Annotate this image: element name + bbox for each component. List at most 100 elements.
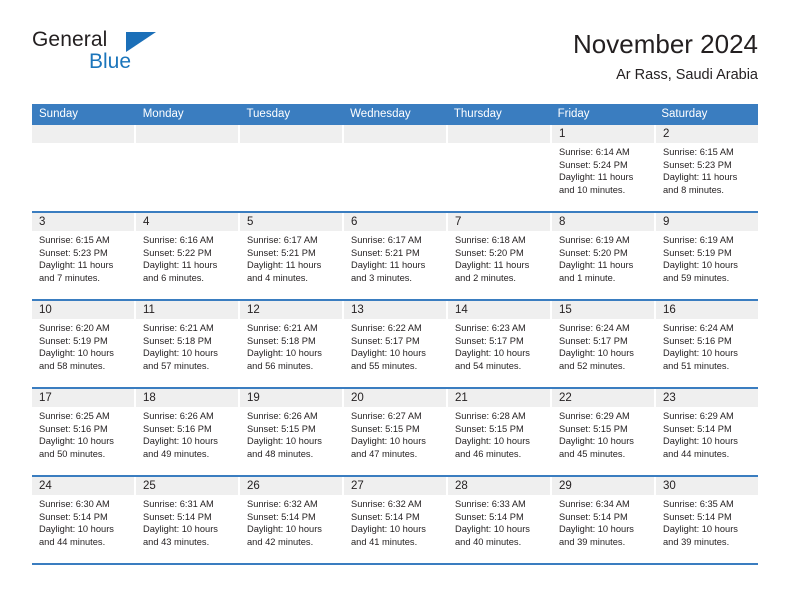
sunrise-text: Sunrise: 6:35 AM (663, 499, 734, 509)
calendar-day-cell[interactable]: 7 Sunrise: 6:18 AM Sunset: 5:20 PM Daylight… (448, 213, 552, 299)
day-number: 8 (552, 213, 654, 231)
calendar-day-cell[interactable]: 6 Sunrise: 6:17 AM Sunset: 5:21 PM Daylight… (344, 213, 448, 299)
calendar-week-row: 24 Sunrise: 6:30 AM Sunset: 5:14 PM Dayligh… (32, 477, 758, 565)
day-number: 6 (344, 213, 446, 231)
calendar-day-cell[interactable]: 25 Sunrise: 6:31 AM Sunset: 5:14 PM Dayligh… (136, 477, 240, 563)
calendar-day-cell[interactable]: 23 Sunrise: 6:29 AM Sunset: 5:14 PM Dayligh… (656, 389, 758, 475)
calendar-day-cell[interactable]: 18 Sunrise: 6:26 AM Sunset: 5:16 PM Dayligh… (136, 389, 240, 475)
sunset-text: Sunset: 5:15 PM (247, 423, 316, 434)
sunset-text: Sunset: 5:16 PM (663, 335, 732, 346)
calendar-day-cell[interactable]: 11 Sunrise: 6:21 AM Sunset: 5:18 PM Dayligh… (136, 301, 240, 387)
weekday-header-tuesday: Tuesday (246, 108, 291, 120)
calendar-day-cell[interactable]: 29 Sunrise: 6:34 AM Sunset: 5:14 PM Dayligh… (552, 477, 656, 563)
weekday-header-friday: Friday (557, 108, 590, 120)
sunrise-text: Sunrise: 6:24 AM (559, 323, 630, 333)
calendar-body: 1 Sunrise: 6:14 AM Sunset: 5:24 PM Daylight… (32, 125, 758, 565)
calendar-day-cell[interactable]: 20 Sunrise: 6:27 AM Sunset: 5:15 PM Dayligh… (344, 389, 448, 475)
daylight-text: Daylight: 10 hours and 39 minutes. (559, 524, 634, 547)
day-number: 15 (552, 301, 654, 319)
sunrise-text: Sunrise: 6:14 AM (559, 147, 630, 157)
calendar-day-cell[interactable]: 1 Sunrise: 6:14 AM Sunset: 5:24 PM Daylight… (552, 125, 656, 211)
page-header: General Blue November 2024 Ar Rass, Saud… (32, 28, 758, 98)
day-number (448, 125, 550, 143)
day-number: 4 (136, 213, 238, 231)
daylight-text: Daylight: 10 hours and 40 minutes. (455, 524, 530, 547)
sunrise-text: Sunrise: 6:31 AM (143, 499, 214, 509)
calendar-day-cell[interactable]: 3 Sunrise: 6:15 AM Sunset: 5:23 PM Daylight… (32, 213, 136, 299)
calendar-day-cell[interactable]: 27 Sunrise: 6:32 AM Sunset: 5:14 PM Dayligh… (344, 477, 448, 563)
calendar-day-cell-empty (240, 125, 344, 211)
day-number: 30 (656, 477, 758, 495)
sunrise-text: Sunrise: 6:21 AM (143, 323, 214, 333)
sunset-text: Sunset: 5:14 PM (559, 511, 628, 522)
day-number: 29 (552, 477, 654, 495)
sunrise-text: Sunrise: 6:30 AM (39, 499, 110, 509)
day-details: Sunrise: 6:24 AM Sunset: 5:16 PM Daylight:… (656, 319, 758, 372)
sunrise-text: Sunrise: 6:32 AM (351, 499, 422, 509)
sunrise-text: Sunrise: 6:29 AM (559, 411, 630, 421)
daylight-text: Daylight: 10 hours and 56 minutes. (247, 348, 322, 371)
day-number: 16 (656, 301, 758, 319)
sunset-text: Sunset: 5:22 PM (143, 247, 212, 258)
calendar-day-cell[interactable]: 21 Sunrise: 6:28 AM Sunset: 5:15 PM Dayligh… (448, 389, 552, 475)
location-subtitle: Ar Rass, Saudi Arabia (616, 67, 758, 83)
sunset-text: Sunset: 5:14 PM (39, 511, 108, 522)
day-number (136, 125, 238, 143)
daylight-text: Daylight: 10 hours and 41 minutes. (351, 524, 426, 547)
brand-logo[interactable]: General Blue (32, 28, 232, 84)
day-number: 13 (344, 301, 446, 319)
daylight-text: Daylight: 11 hours and 7 minutes. (39, 260, 114, 283)
calendar-day-cell[interactable]: 17 Sunrise: 6:25 AM Sunset: 5:16 PM Dayligh… (32, 389, 136, 475)
day-details: Sunrise: 6:34 AM Sunset: 5:14 PM Daylight:… (552, 495, 654, 548)
calendar-day-cell[interactable]: 10 Sunrise: 6:20 AM Sunset: 5:19 PM Dayligh… (32, 301, 136, 387)
calendar-day-cell[interactable]: 28 Sunrise: 6:33 AM Sunset: 5:14 PM Dayligh… (448, 477, 552, 563)
sunset-text: Sunset: 5:18 PM (247, 335, 316, 346)
day-number: 22 (552, 389, 654, 407)
title-block: November 2024 Ar Rass, Saudi Arabia (573, 28, 758, 84)
daylight-text: Daylight: 10 hours and 44 minutes. (663, 436, 738, 459)
calendar-day-cell[interactable]: 9 Sunrise: 6:19 AM Sunset: 5:19 PM Daylight… (656, 213, 758, 299)
daylight-text: Daylight: 10 hours and 51 minutes. (663, 348, 738, 371)
calendar-day-cell[interactable]: 15 Sunrise: 6:24 AM Sunset: 5:17 PM Dayligh… (552, 301, 656, 387)
calendar-day-cell[interactable]: 13 Sunrise: 6:22 AM Sunset: 5:17 PM Dayligh… (344, 301, 448, 387)
daylight-text: Daylight: 10 hours and 59 minutes. (663, 260, 738, 283)
sunrise-text: Sunrise: 6:19 AM (559, 235, 630, 245)
weekday-header-wednesday: Wednesday (350, 108, 411, 120)
calendar-day-cell[interactable]: 4 Sunrise: 6:16 AM Sunset: 5:22 PM Daylight… (136, 213, 240, 299)
day-number (32, 125, 134, 143)
day-number (344, 125, 446, 143)
sunset-text: Sunset: 5:16 PM (39, 423, 108, 434)
calendar-day-cell[interactable]: 14 Sunrise: 6:23 AM Sunset: 5:17 PM Dayligh… (448, 301, 552, 387)
sunrise-text: Sunrise: 6:34 AM (559, 499, 630, 509)
calendar-day-cell[interactable]: 24 Sunrise: 6:30 AM Sunset: 5:14 PM Dayligh… (32, 477, 136, 563)
daylight-text: Daylight: 10 hours and 43 minutes. (143, 524, 218, 547)
day-number: 7 (448, 213, 550, 231)
sunrise-text: Sunrise: 6:17 AM (247, 235, 318, 245)
sunrise-text: Sunrise: 6:32 AM (247, 499, 318, 509)
calendar-day-cell[interactable]: 30 Sunrise: 6:35 AM Sunset: 5:14 PM Dayligh… (656, 477, 758, 563)
weekday-header-thursday: Thursday (453, 108, 502, 120)
calendar-day-cell[interactable]: 8 Sunrise: 6:19 AM Sunset: 5:20 PM Daylight… (552, 213, 656, 299)
daylight-text: Daylight: 10 hours and 49 minutes. (143, 436, 218, 459)
day-details: Sunrise: 6:33 AM Sunset: 5:14 PM Daylight:… (448, 495, 550, 548)
sunset-text: Sunset: 5:14 PM (247, 511, 316, 522)
sunrise-text: Sunrise: 6:28 AM (455, 411, 526, 421)
calendar-day-cell[interactable]: 16 Sunrise: 6:24 AM Sunset: 5:16 PM Dayligh… (656, 301, 758, 387)
day-details: Sunrise: 6:27 AM Sunset: 5:15 PM Daylight:… (344, 407, 446, 460)
sunset-text: Sunset: 5:20 PM (559, 247, 628, 258)
sunrise-text: Sunrise: 6:21 AM (247, 323, 318, 333)
sunrise-text: Sunrise: 6:16 AM (143, 235, 214, 245)
calendar-day-cell[interactable]: 5 Sunrise: 6:17 AM Sunset: 5:21 PM Daylight… (240, 213, 344, 299)
calendar-day-cell[interactable]: 12 Sunrise: 6:21 AM Sunset: 5:18 PM Dayligh… (240, 301, 344, 387)
sunrise-text: Sunrise: 6:18 AM (455, 235, 526, 245)
day-details: Sunrise: 6:17 AM Sunset: 5:21 PM Daylight:… (344, 231, 446, 284)
sunrise-text: Sunrise: 6:27 AM (351, 411, 422, 421)
daylight-text: Daylight: 11 hours and 3 minutes. (351, 260, 426, 283)
calendar-day-cell[interactable]: 19 Sunrise: 6:26 AM Sunset: 5:15 PM Dayligh… (240, 389, 344, 475)
day-number: 23 (656, 389, 758, 407)
calendar-day-cell[interactable]: 26 Sunrise: 6:32 AM Sunset: 5:14 PM Dayligh… (240, 477, 344, 563)
calendar-day-cell[interactable]: 22 Sunrise: 6:29 AM Sunset: 5:15 PM Dayligh… (552, 389, 656, 475)
day-details: Sunrise: 6:18 AM Sunset: 5:20 PM Daylight:… (448, 231, 550, 284)
calendar-day-cell[interactable]: 2 Sunrise: 6:15 AM Sunset: 5:23 PM Daylight… (656, 125, 758, 211)
weekday-header-sunday: Sunday (39, 108, 79, 120)
